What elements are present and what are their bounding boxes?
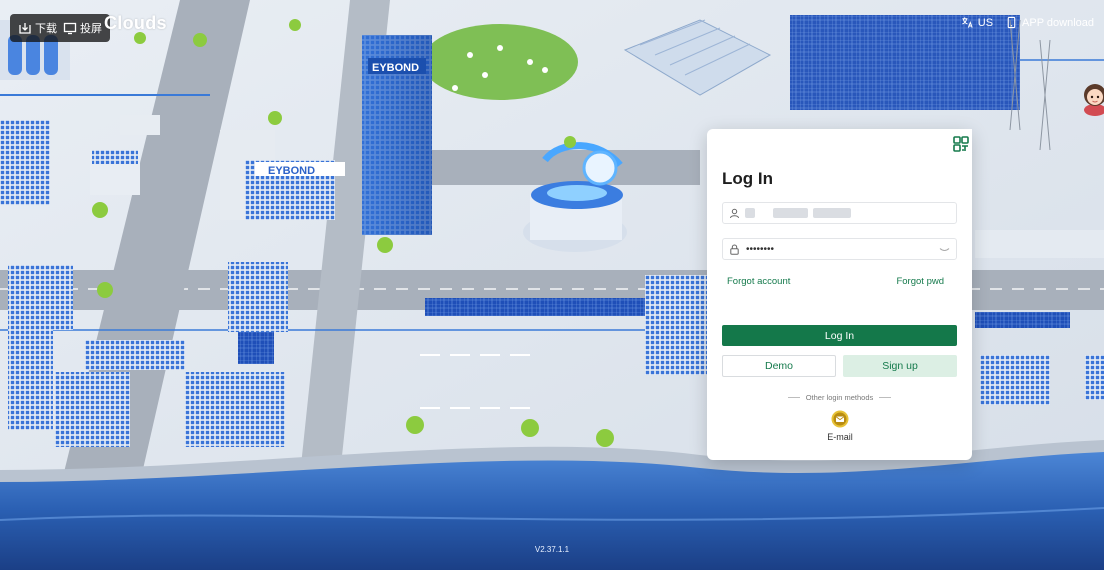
screen-cast-label: 投屏 [80,23,102,35]
account-field[interactable] [722,202,957,224]
password-field[interactable] [722,238,957,260]
version-label: V2.37.1.1 [534,545,570,554]
email-icon[interactable] [831,410,849,428]
avatar[interactable] [1080,80,1104,116]
building-sign-eybond-small: EYBOND [268,165,315,177]
other-login-methods: Other login methods [722,393,957,402]
page: EYBOND EYBOND 下载 投屏 Clouds US APP downlo… [0,0,1104,570]
download-button[interactable]: 下载 [18,20,57,36]
demo-button[interactable]: Demo [722,355,836,377]
language-selector[interactable]: US [961,16,993,29]
eye-icon[interactable] [939,244,950,255]
forgot-account-link[interactable]: Forgot account [727,276,790,287]
login-title: Log In [722,169,773,188]
other-login-methods-label: Other login methods [805,393,874,402]
phone-icon [1007,16,1016,29]
signup-button[interactable]: Sign up [843,355,957,377]
masked-account-part [813,208,851,218]
app-download-label: APP download [1022,16,1094,29]
lock-icon [730,244,739,255]
email-login-label[interactable]: E-mail [810,432,870,442]
app-download-link[interactable]: APP download [1005,16,1094,29]
masked-account-part [745,208,755,218]
login-card: Log In Forgot account Forgot pwd Log In … [707,129,972,460]
building-sign-eybond-tower: EYBOND [372,62,419,74]
screen-cast-icon [63,22,77,35]
forgot-password-link[interactable]: Forgot pwd [896,276,944,287]
divider-line [787,397,800,398]
download-icon [19,23,31,34]
password-input[interactable] [746,243,936,255]
login-button[interactable]: Log In [722,325,957,346]
masked-account-part [773,208,808,218]
user-icon [730,208,739,218]
top-right-controls: US APP download [961,16,1094,29]
download-label: 下载 [35,23,57,35]
screen-cast-button[interactable]: 投屏 [63,20,102,36]
top-left-toolbar: 下载 投屏 [10,14,110,42]
translate-icon [961,17,973,28]
brand-logo-text: Clouds [104,13,167,33]
divider-line [879,397,892,398]
qr-code-login-toggle[interactable] [934,129,972,167]
language-label: US [977,16,994,29]
